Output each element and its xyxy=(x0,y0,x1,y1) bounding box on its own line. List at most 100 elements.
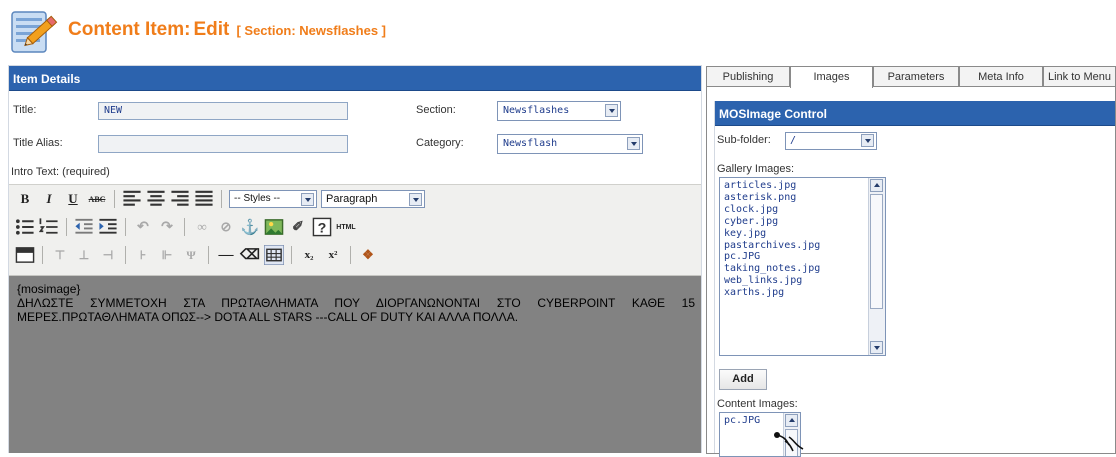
category-select-value: Newsflash xyxy=(503,138,558,149)
gallery-image-item[interactable]: key.jpg xyxy=(724,228,881,240)
row-insert-before-icon[interactable]: ⊤ xyxy=(50,245,70,265)
editor-paragraph: ΔΗΛΩΣΤΕ ΣΥΜΜΕΤΟΧΗ ΣΤΑ ΠΡΩΤΑΘΛΗΜΑΤΑ ΠΟΥ Δ… xyxy=(17,296,695,324)
tab-images[interactable]: Images xyxy=(790,66,873,88)
page-title-text: Content Item: xyxy=(68,19,191,40)
row-insert-after-icon[interactable]: ⊥ xyxy=(74,245,94,265)
align-left-icon[interactable] xyxy=(122,189,142,209)
gallery-image-item[interactable]: asterisk.png xyxy=(724,192,881,204)
format-select-value: Paragraph xyxy=(326,193,378,205)
section-select[interactable]: Newsflashes xyxy=(497,101,621,121)
busy-cursor-icon xyxy=(774,432,804,452)
align-center-icon[interactable] xyxy=(146,189,166,209)
styles-select-value: -- Styles -- xyxy=(234,193,281,204)
italic-button[interactable]: I xyxy=(39,189,59,209)
gallery-image-item[interactable]: web_links.jpg xyxy=(724,275,881,287)
bold-button[interactable]: B xyxy=(15,189,35,209)
gallery-items: articles.jpg asterisk.png clock.jpg cyber.j… xyxy=(724,180,881,299)
gallery-image-item[interactable]: taking_notes.jpg xyxy=(724,263,881,275)
edit-content-icon xyxy=(11,11,58,53)
toolbar-separator xyxy=(208,246,209,264)
category-select[interactable]: Newsflash xyxy=(497,134,643,154)
gallery-image-item[interactable]: cyber.jpg xyxy=(724,216,881,228)
subfolder-select-value: / xyxy=(790,135,797,146)
subfolder-select[interactable]: / xyxy=(785,132,877,150)
scroll-up-icon[interactable] xyxy=(870,179,883,192)
tab-parameters[interactable]: Parameters xyxy=(873,66,959,86)
help-icon[interactable]: ? xyxy=(312,217,332,237)
underline-button[interactable]: U xyxy=(63,189,83,209)
horizontal-rule-icon[interactable]: — xyxy=(216,245,236,265)
undo-icon[interactable]: ↶ xyxy=(133,217,153,237)
section-tag: [ Section: Newsflashes ] xyxy=(236,23,386,38)
col-delete-icon[interactable]: Ψ xyxy=(181,245,201,265)
scroll-thumb[interactable] xyxy=(870,194,883,309)
title-alias-input[interactable] xyxy=(98,135,348,153)
title-alias-label: Title Alias: xyxy=(13,137,63,149)
strikethrough-button[interactable]: ABC xyxy=(87,189,107,209)
page-header: Content Item: Edit [ Section: Newsflashe… xyxy=(0,0,1116,60)
gallery-scrollbar[interactable] xyxy=(868,178,885,355)
svg-text:?: ? xyxy=(318,221,327,237)
gallery-images-list[interactable]: articles.jpg asterisk.png clock.jpg cyber.j… xyxy=(719,177,886,356)
title-label: Title: xyxy=(13,104,37,116)
toolbar-separator xyxy=(125,246,126,264)
html-source-button[interactable]: HTML xyxy=(336,217,356,237)
scroll-up-icon[interactable] xyxy=(785,414,798,427)
gallery-image-item[interactable]: pc.JPG xyxy=(724,251,881,263)
row-delete-icon[interactable]: ⊣ xyxy=(98,245,118,265)
chevron-down-icon xyxy=(605,104,618,117)
outdent-icon[interactable] xyxy=(74,217,94,237)
category-label: Category: xyxy=(416,137,464,149)
item-details-heading: Item Details xyxy=(9,66,701,91)
tab-link-to-menu[interactable]: Link to Menu xyxy=(1043,66,1116,86)
visual-aid-icon[interactable] xyxy=(264,245,284,265)
tab-publishing[interactable]: Publishing xyxy=(706,66,790,86)
subfolder-label: Sub-folder: xyxy=(717,134,771,146)
gallery-image-item[interactable]: articles.jpg xyxy=(724,180,881,192)
editor-toolbar: B I U ABC -- Styles -- Paragraph ↶ ↷ ∞ ⊘… xyxy=(9,184,701,276)
table-icon[interactable] xyxy=(15,245,35,265)
toolbar-row-3: ⊤ ⊥ ⊣ ⊦ ⊩ Ψ — ⌫ x₂ x² ❖ xyxy=(15,244,378,266)
link-icon[interactable]: ∞ xyxy=(192,217,212,237)
images-tab-content: MOSImage Control Sub-folder: / Gallery I… xyxy=(706,86,1116,457)
gallery-image-item[interactable]: clock.jpg xyxy=(724,204,881,216)
format-select[interactable]: Paragraph xyxy=(321,190,425,208)
editor-line-mosimage: {mosimage} xyxy=(17,282,81,296)
bullet-list-icon[interactable] xyxy=(15,217,35,237)
toolbar-separator xyxy=(114,190,115,208)
tab-meta-info[interactable]: Meta Info xyxy=(959,66,1043,86)
toolbar-separator xyxy=(350,246,351,264)
scroll-down-icon[interactable] xyxy=(870,341,883,354)
col-insert-after-icon[interactable]: ⊩ xyxy=(157,245,177,265)
toolbar-separator xyxy=(291,246,292,264)
styles-select[interactable]: -- Styles -- xyxy=(229,190,317,208)
toolbar-separator xyxy=(125,218,126,236)
title-input[interactable]: NEW xyxy=(98,102,348,120)
superscript-icon[interactable]: x² xyxy=(323,245,343,265)
content-images-label: Content Images: xyxy=(717,398,798,410)
unlink-icon[interactable]: ⊘ xyxy=(216,217,236,237)
gallery-image-item[interactable]: pastarchives.jpg xyxy=(724,240,881,252)
cleanup-icon[interactable]: ✐ xyxy=(288,217,308,237)
title-input-value: NEW xyxy=(104,105,123,116)
intro-text-editor[interactable]: {mosimage} ΔΗΛΩΣΤΕ ΣΥΜΜΕΤΟΧΗ ΣΤΑ ΠΡΩΤΑΘΛ… xyxy=(9,276,701,453)
mosimage-heading: MOSImage Control xyxy=(715,101,1115,126)
subscript-icon[interactable]: x₂ xyxy=(299,245,319,265)
toolbar-row-2: ↶ ↷ ∞ ⊘ ⚓ ✐ ? HTML xyxy=(15,216,356,238)
col-insert-before-icon[interactable]: ⊦ xyxy=(133,245,153,265)
toolbar-separator xyxy=(221,190,222,208)
chevron-down-icon xyxy=(627,137,640,150)
align-justify-icon[interactable] xyxy=(194,189,214,209)
add-button[interactable]: Add xyxy=(719,369,767,390)
gallery-image-item[interactable]: xarths.jpg xyxy=(724,287,881,299)
numbered-list-icon[interactable] xyxy=(39,217,59,237)
special-char-icon[interactable]: ❖ xyxy=(358,245,378,265)
image-icon[interactable] xyxy=(264,217,284,237)
mosimage-control: MOSImage Control Sub-folder: / Gallery I… xyxy=(714,101,1115,457)
redo-icon[interactable]: ↷ xyxy=(157,217,177,237)
anchor-icon[interactable]: ⚓ xyxy=(240,217,260,237)
eraser-icon[interactable]: ⌫ xyxy=(240,245,260,265)
page-title-mode: Edit xyxy=(193,19,230,40)
align-right-icon[interactable] xyxy=(170,189,190,209)
indent-icon[interactable] xyxy=(98,217,118,237)
